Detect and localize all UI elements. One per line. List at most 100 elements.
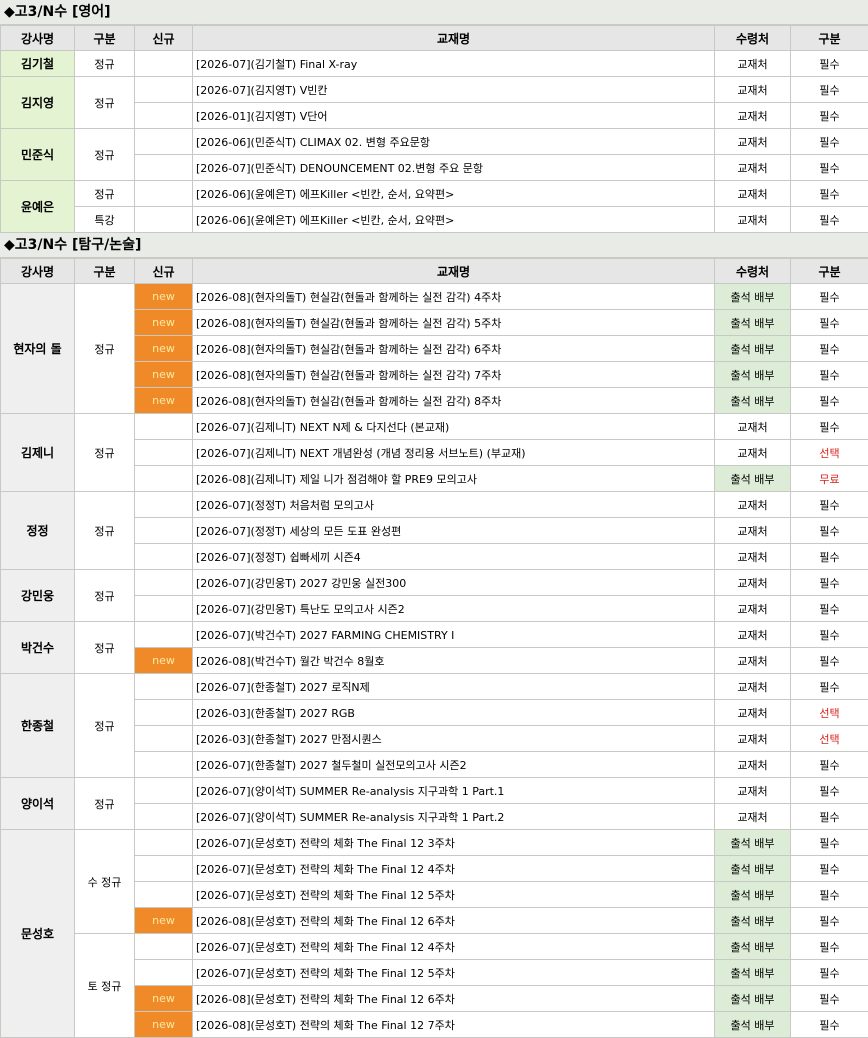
instructor-name: 윤예은: [0, 180, 75, 233]
textbook-title: [2026-08](박건수T) 월간 박건수 8월호: [192, 647, 715, 674]
header-row: 강사명 구분 신규 교재명 수령처 구분: [0, 25, 868, 51]
category: 필수: [790, 283, 868, 310]
new-badge: new: [134, 647, 193, 674]
category: 필수: [790, 777, 868, 804]
instructor-header: 강사명: [0, 258, 75, 284]
new-badge: new: [134, 309, 193, 336]
class-type: 수 정규: [74, 829, 135, 934]
new-badge: [134, 465, 193, 492]
category: 필수: [790, 751, 868, 778]
type-header: 구분: [74, 25, 135, 51]
receipt-location: 출석 배부: [714, 465, 791, 492]
instructor-name: 김지영: [0, 76, 75, 129]
instructor-name: 정정: [0, 491, 75, 570]
category: 필수: [790, 309, 868, 336]
class-type: 정규: [74, 621, 135, 674]
receipt-location: 출석 배부: [714, 309, 791, 336]
textbook-title: [2026-08](김제니T) 제일 니가 점검해야 할 PRE9 모의고사: [192, 465, 715, 492]
category: 필수: [790, 154, 868, 181]
title-header: 교재명: [192, 258, 715, 284]
class-type: 정규: [74, 777, 135, 830]
textbook-title: [2026-07](강민웅T) 2027 강민웅 실전300: [192, 569, 715, 596]
receipt-location: 출석 배부: [714, 1011, 791, 1038]
table-row: 양이석 정규 [2026-07](양이석T) SUMMER Re-analysis …: [0, 777, 868, 830]
receipt-location: 교재처: [714, 699, 791, 726]
new-badge: [134, 829, 193, 856]
class-type: 정규: [74, 76, 135, 129]
category: 필수: [790, 76, 868, 103]
textbook-title: [2026-07](정정T) 쉽빠세끼 시즌4: [192, 543, 715, 570]
category: 필수: [790, 361, 868, 388]
category: 필수: [790, 128, 868, 155]
category: 필수: [790, 569, 868, 596]
table-row: 김지영 정규 [2026-07](김지영T) V빈칸 교재처 필수: [0, 76, 868, 129]
new-header: 신규: [134, 258, 193, 284]
new-badge: [134, 595, 193, 622]
new-badge: [134, 517, 193, 544]
receipt-location: 출석 배부: [714, 855, 791, 882]
textbook-title: [2026-08](현자의돌T) 현실감(현돌과 함께하는 실전 감각) 8주차: [192, 387, 715, 414]
receipt-header: 수령처: [714, 25, 791, 51]
textbook-title: [2026-07](한종철T) 2027 철두철미 실전모의고사 시즌2: [192, 751, 715, 778]
header-row: 강사명 구분 신규 교재명 수령처 구분: [0, 258, 868, 284]
receipt-location: 교재처: [714, 102, 791, 129]
category: 무료: [790, 465, 868, 492]
textbook-title: [2026-07](민준식T) DENOUNCEMENT 02.변형 주요 문항: [192, 154, 715, 181]
receipt-location: 출석 배부: [714, 361, 791, 388]
new-badge: [134, 102, 193, 129]
receipt-location: 출석 배부: [714, 283, 791, 310]
title-header: 교재명: [192, 25, 715, 51]
section-title: ◆고3/N수 [탐구/논술]: [0, 233, 868, 258]
class-type: 정규: [74, 283, 135, 414]
new-header: 신규: [134, 25, 193, 51]
new-badge: [134, 50, 193, 77]
new-badge: [134, 673, 193, 700]
textbook-title: [2026-08](문성호T) 전략의 체화 The Final 12 6주차: [192, 985, 715, 1012]
new-badge: [134, 180, 193, 207]
textbook-title: [2026-08](문성호T) 전략의 체화 The Final 12 7주차: [192, 1011, 715, 1038]
textbook-title: [2026-07](강민웅T) 특난도 모의고사 시즌2: [192, 595, 715, 622]
class-type: 특강: [74, 206, 135, 233]
instructor-name: 김제니: [0, 413, 75, 492]
textbook-title: [2026-07](김제니T) NEXT 개념완성 (개념 정리용 서브노트) …: [192, 439, 715, 466]
textbook-title: [2026-01](김지영T) V단어: [192, 102, 715, 129]
new-badge: new: [134, 387, 193, 414]
instructor-name: 한종철: [0, 673, 75, 778]
category: 필수: [790, 595, 868, 622]
receipt-location: 교재처: [714, 621, 791, 648]
receipt-location: 교재처: [714, 154, 791, 181]
new-badge: [134, 569, 193, 596]
instructor-name: 문성호: [0, 829, 75, 1038]
table-row: 윤예은 정규 [2026-06](윤예은T) 에프Killer <빈칸, 순서, 요…: [0, 180, 868, 233]
receipt-location: 출석 배부: [714, 959, 791, 986]
category: 필수: [790, 959, 868, 986]
receipt-location: 교재처: [714, 803, 791, 830]
table-row: 박건수 정규 [2026-07](박건수T) 2027 FARMING CHEMIS…: [0, 621, 868, 674]
table-row: 특강 [2026-06](윤예은T) 에프Killer <빈칸, 순서, 요약편>…: [1, 206, 868, 233]
receipt-location: 교재처: [714, 76, 791, 103]
class-type: 정규: [74, 128, 135, 181]
receipt-location: 교재처: [714, 569, 791, 596]
textbook-title: [2026-07](문성호T) 전략의 체화 The Final 12 4주차: [192, 933, 715, 960]
new-badge: [134, 543, 193, 570]
new-badge: new: [134, 1011, 193, 1038]
new-badge: [134, 128, 193, 155]
textbook-title: [2026-07](박건수T) 2027 FARMING CHEMISTRY I: [192, 621, 715, 648]
new-badge: [134, 413, 193, 440]
new-badge: [134, 959, 193, 986]
category: 선택: [790, 699, 868, 726]
category: 필수: [790, 50, 868, 77]
class-type: 정규: [74, 569, 135, 622]
receipt-location: 교재처: [714, 128, 791, 155]
category: 필수: [790, 1011, 868, 1038]
new-badge: new: [134, 985, 193, 1012]
receipt-location: 교재처: [714, 595, 791, 622]
textbook-title: [2026-06](민준식T) CLIMAX 02. 변형 주요문항: [192, 128, 715, 155]
instructor-name: 김기철: [0, 50, 75, 77]
textbook-list: ◆고3/N수 [영어] 강사명 구분 신규 교재명 수령처 구분 김기철 정규 [2026-07]…: [0, 0, 868, 1038]
category: 필수: [790, 102, 868, 129]
category: 필수: [790, 543, 868, 570]
table-row: 강민웅 정규 [2026-07](강민웅T) 2027 강민웅 실전300 교재처 필수: [0, 569, 868, 622]
table-row: 문성호 수 정규 [2026-07](문성호T) 전략의 체화 The Final …: [0, 829, 868, 1038]
textbook-title: [2026-07](문성호T) 전략의 체화 The Final 12 5주차: [192, 881, 715, 908]
